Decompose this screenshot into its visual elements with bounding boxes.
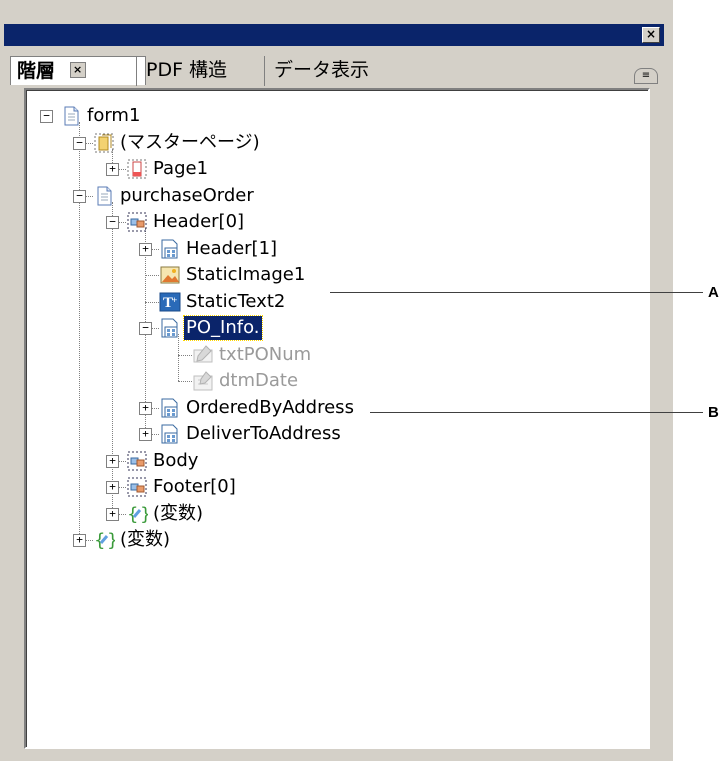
tab-data-view-label: データ表示: [274, 59, 370, 81]
collapse-icon[interactable]: −: [73, 189, 86, 203]
collapse-icon[interactable]: −: [139, 322, 152, 335]
tree-node-label[interactable]: (変数): [151, 502, 205, 526]
subform-icon: [126, 450, 148, 472]
tree-node-label[interactable]: Body: [151, 449, 200, 473]
callout-a-label: A: [708, 284, 719, 301]
tree-node-label[interactable]: txtPONum: [217, 343, 313, 367]
callout-b-leader: [370, 412, 703, 413]
tree-node-label[interactable]: PO_Info.: [183, 315, 263, 341]
subform-group-icon: [159, 238, 181, 260]
subform-group-icon: [159, 317, 181, 339]
tree-connector: [145, 301, 159, 303]
tree-node-label[interactable]: StaticText2: [184, 290, 287, 314]
svg-text:+: +: [172, 295, 177, 305]
tree-node-label[interactable]: Page1: [151, 157, 210, 181]
tree-node-label[interactable]: form1: [85, 104, 142, 128]
expand-icon[interactable]: +: [139, 242, 152, 256]
panel-menu-icon[interactable]: ≡: [634, 68, 658, 84]
expand-icon[interactable]: +: [106, 507, 119, 521]
page-icon: [126, 158, 148, 180]
collapse-icon[interactable]: −: [40, 110, 53, 123]
datefield-icon: [192, 370, 214, 392]
image-icon: [159, 264, 181, 286]
tab-hierarchy-label: 階層: [17, 60, 56, 82]
tree-connector: [178, 381, 192, 382]
expand-icon[interactable]: +: [139, 428, 152, 441]
tree-connector: [145, 275, 159, 276]
tab-pdf-structure-label: PDF 構造: [146, 59, 228, 81]
tab-data-view[interactable]: データ表示: [268, 56, 409, 84]
variables-icon: {}: [126, 503, 151, 525]
tree-node-label[interactable]: Header[1]: [184, 237, 279, 261]
textfield-icon: [192, 344, 214, 366]
callout-b-label: B: [708, 404, 719, 421]
tree-node-label[interactable]: purchaseOrder: [118, 184, 256, 208]
collapse-icon[interactable]: −: [73, 136, 86, 150]
tab-pdf-structure[interactable]: PDF 構造: [140, 56, 276, 84]
tree-connector: [178, 354, 192, 356]
tree-node-label[interactable]: (変数): [118, 528, 172, 552]
tab-hierarchy[interactable]: 階層 ×: [10, 56, 146, 85]
tree-connector: [79, 122, 80, 540]
tree: − form1 − (マスターページ) + Page1 − purchaseOrder − Hea…: [26, 90, 648, 747]
svg-text:}: }: [140, 504, 148, 525]
subform-group-icon: [159, 423, 181, 445]
subform-group-icon: [159, 397, 181, 419]
document-icon: [93, 185, 115, 207]
expand-icon[interactable]: +: [106, 163, 119, 176]
palette-titlebar[interactable]: ×: [4, 24, 664, 46]
tree-node-label[interactable]: OrderedByAddress: [184, 396, 356, 420]
hierarchy-tree-view[interactable]: − form1 − (マスターページ) + Page1 − purchaseOrder − Hea…: [24, 88, 650, 749]
tree-node-label[interactable]: StaticImage1: [184, 263, 307, 287]
master-pages-icon: [93, 132, 115, 154]
tree-node-label[interactable]: dtmDate: [217, 369, 300, 393]
expand-icon[interactable]: +: [73, 534, 86, 547]
expand-icon[interactable]: +: [139, 401, 152, 415]
expand-icon[interactable]: +: [106, 454, 119, 468]
tree-node-label[interactable]: DeliverToAddress: [184, 422, 343, 446]
variables-icon: {}: [93, 529, 118, 551]
expand-icon[interactable]: +: [106, 481, 119, 494]
tree-node-label[interactable]: Footer[0]: [151, 475, 238, 499]
tree-node-label[interactable]: Header[0]: [151, 210, 246, 234]
subform-icon: [126, 211, 148, 233]
tab-close-icon[interactable]: ×: [69, 61, 86, 78]
tab-strip: 階層 × PDF 構造 データ表示 ≡: [6, 48, 666, 88]
collapse-icon[interactable]: −: [106, 216, 119, 229]
text-icon: T +: [159, 291, 181, 313]
subform-icon: [126, 476, 148, 498]
document-icon: [60, 105, 82, 127]
hierarchy-palette: × 階層 × PDF 構造 データ表示 ≡ − form1 − (マスターページ) + P…: [0, 0, 673, 761]
close-button[interactable]: ×: [642, 27, 660, 43]
tree-connector: [178, 334, 179, 381]
tree-node-label[interactable]: (マスターページ): [118, 131, 262, 155]
svg-text:}: }: [107, 530, 115, 551]
callout-a-leader: [330, 292, 703, 293]
